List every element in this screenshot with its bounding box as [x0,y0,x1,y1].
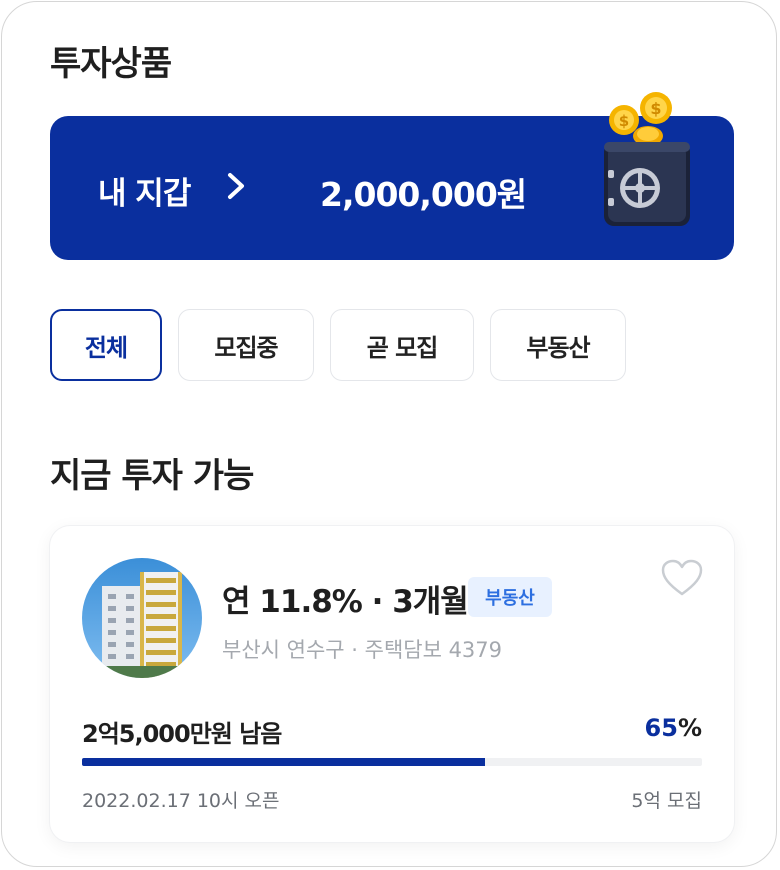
tab-all[interactable]: 전체 [50,309,162,381]
product-rate: 연 11.8% · 3개월 [222,584,469,620]
remaining-amount: 2억5,000만원 남음 [82,720,282,748]
tab-coming-soon[interactable]: 곧 모집 [330,309,474,381]
progress-fill [82,758,485,766]
progress-percent: 65% [645,714,702,742]
wallet-banner[interactable]: 내 지갑 2,000,000원 $ $ [50,92,734,260]
svg-text:$: $ [619,112,629,130]
progress-bar [82,758,702,766]
wallet-amount: 2,000,000원 [320,175,527,214]
safe-with-coins-icon: $ $ [604,92,690,226]
app-screen: 투자상품 내 지갑 2,000,000원 $ $ 전체 모집중 곧 모집 부동산… [1,1,777,867]
progress-percent-number: 65 [644,714,678,742]
product-card[interactable]: 연 11.8% · 3개월 부동산 부산시 연수구 · 주택담보 4379 2억… [50,526,734,842]
open-date: 2022.02.17 10시 오픈 [82,790,280,812]
tab-recruiting[interactable]: 모집중 [178,309,314,381]
svg-text:$: $ [650,99,661,118]
section-title: 지금 투자 가능 [50,456,254,496]
tab-real-estate[interactable]: 부동산 [490,309,626,381]
chevron-right-icon [228,173,244,199]
apartment-building-image [82,558,202,678]
progress-percent-sign: % [677,714,702,742]
heart-outline-icon[interactable] [660,558,704,598]
page-title: 투자상품 [50,44,172,84]
wallet-label: 내 지갑 [98,176,191,212]
product-location: 부산시 연수구 · 주택담보 4379 [222,638,503,662]
target-amount: 5억 모집 [631,790,702,812]
category-badge: 부동산 [468,577,552,617]
